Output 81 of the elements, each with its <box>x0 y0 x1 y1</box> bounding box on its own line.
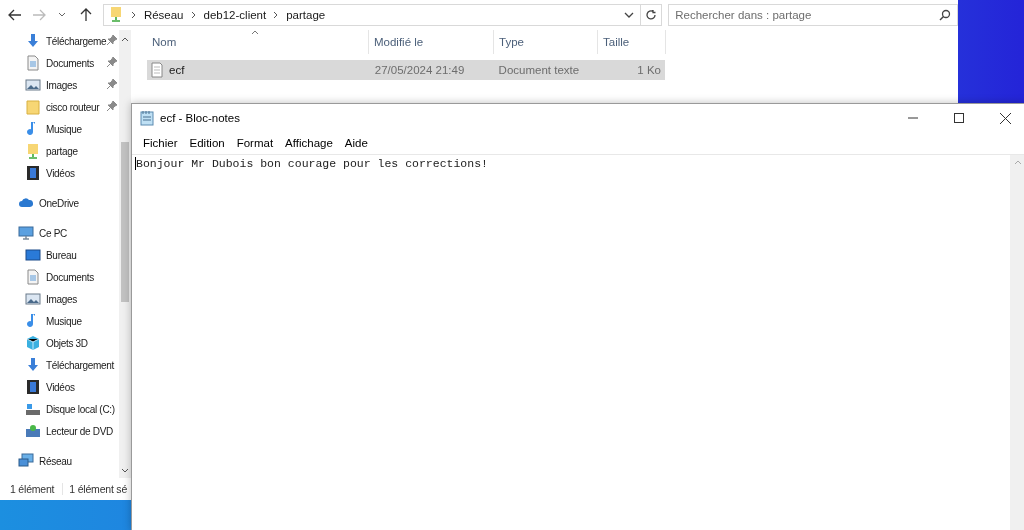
network-icon <box>18 453 34 469</box>
breadcrumb[interactable]: partage <box>282 9 330 21</box>
text-editor[interactable]: Bonjour Mr Dubois bon courage pour les corrections! <box>132 155 1010 530</box>
maximize-icon <box>954 113 964 123</box>
menu-item[interactable]: Affichage <box>279 137 339 149</box>
scroll-down-icon[interactable] <box>121 468 129 474</box>
sidebar-item[interactable]: Documents <box>0 266 119 288</box>
download-arrow-icon <box>25 33 41 49</box>
breadcrumb[interactable]: Réseau <box>139 9 188 21</box>
table-cell-text: 1 Ko <box>636 64 662 76</box>
table-cell-text: 27/05/2024 21:49 <box>373 64 466 76</box>
status-text: 1 élément <box>10 483 64 495</box>
notepad-icon <box>140 110 154 126</box>
text-file-icon <box>151 62 163 78</box>
scrollbar[interactable] <box>1010 155 1024 530</box>
sidebar-item[interactable]: Lecteur de DVD <box>0 420 119 442</box>
search-field[interactable]: Rechercher dans : partage <box>668 4 958 26</box>
sidebar-item[interactable]: Images <box>0 74 119 96</box>
sidebar-item[interactable]: partage <box>0 140 119 162</box>
chevron-right-icon <box>130 11 137 19</box>
network-folder-icon <box>25 143 41 159</box>
refresh-icon[interactable] <box>645 9 658 21</box>
sidebar-item[interactable]: Documents <box>0 52 119 74</box>
column-header[interactable]: Nom <box>147 30 369 54</box>
desktop-icon <box>25 247 41 263</box>
menu-item[interactable]: Aide <box>338 137 374 149</box>
pin-icon[interactable] <box>107 57 117 67</box>
sidebar-item[interactable]: Images <box>0 288 119 310</box>
sidebar-item[interactable]: Ce PC <box>0 222 119 244</box>
close-icon <box>999 112 1011 124</box>
sidebar-item[interactable]: Bureau <box>0 244 119 266</box>
cube-icon <box>25 335 41 351</box>
column-header[interactable]: Type <box>494 30 598 54</box>
address-bar[interactable]: Réseau deb12-client partage <box>102 4 663 26</box>
column-header[interactable]: Taille <box>598 30 666 54</box>
drive-icon <box>25 401 41 417</box>
window-title: ecf - Bloc-notes <box>160 112 241 124</box>
chevron-down-icon <box>58 12 67 18</box>
sidebar-item[interactable]: Téléchargement <box>0 354 119 376</box>
document-text: Bonjour Mr Dubois bon courage pour les corrections! <box>135 157 488 170</box>
sidebar-item[interactable]: OneDrive <box>0 192 119 214</box>
table-cell: ecf <box>147 62 371 78</box>
sidebar-item[interactable]: Vidéos <box>0 162 119 184</box>
menu-item[interactable]: Edition <box>183 137 231 149</box>
pin-icon[interactable] <box>107 79 117 89</box>
document-icon <box>25 55 41 71</box>
file-row[interactable]: ecf 27/05/2024 21:49 Document texte 1 Ko <box>147 60 665 80</box>
monitor-icon <box>18 225 34 241</box>
breadcrumb[interactable]: deb12-client <box>199 9 271 21</box>
column-header[interactable]: Modifié le <box>369 30 494 54</box>
menu-item[interactable]: Format <box>230 137 280 149</box>
sort-caret-icon <box>251 30 259 35</box>
scroll-thumb[interactable] <box>121 142 129 302</box>
sidebar-item[interactable]: Téléchargeme <box>0 30 119 52</box>
chevron-right-icon <box>190 11 197 19</box>
film-icon <box>25 379 41 395</box>
download-arrow-icon <box>25 357 41 373</box>
chevron-right-icon <box>273 11 280 19</box>
search-icon <box>939 9 951 21</box>
sidebar-item[interactable]: Vidéos <box>0 376 119 398</box>
status-text: 1 élément sé <box>69 483 129 495</box>
document-icon <box>25 269 41 285</box>
sidebar-item[interactable]: Objets 3D <box>0 332 119 354</box>
scrollbar[interactable] <box>119 30 131 478</box>
sidebar-item[interactable]: Réseau <box>0 450 119 472</box>
dvd-drive-icon <box>25 423 41 439</box>
sidebar-item[interactable]: Musique <box>0 310 119 332</box>
film-icon <box>25 165 41 181</box>
image-icon <box>25 77 41 93</box>
sidebar-item[interactable]: Musique <box>0 118 119 140</box>
menu-item[interactable]: Fichier <box>137 137 184 149</box>
dropdown-caret-icon[interactable] <box>624 11 635 19</box>
folder-icon <box>25 99 41 115</box>
scroll-up-icon[interactable] <box>121 36 129 42</box>
sidebar-item[interactable]: cisco routeur <box>0 96 119 118</box>
sidebar-item[interactable]: Disque local (C:) <box>0 398 119 420</box>
minimize-icon <box>908 117 918 119</box>
pin-icon[interactable] <box>107 101 117 111</box>
pin-icon[interactable] <box>107 35 117 45</box>
table-cell-text: Document texte <box>497 64 581 76</box>
image-icon <box>25 291 41 307</box>
